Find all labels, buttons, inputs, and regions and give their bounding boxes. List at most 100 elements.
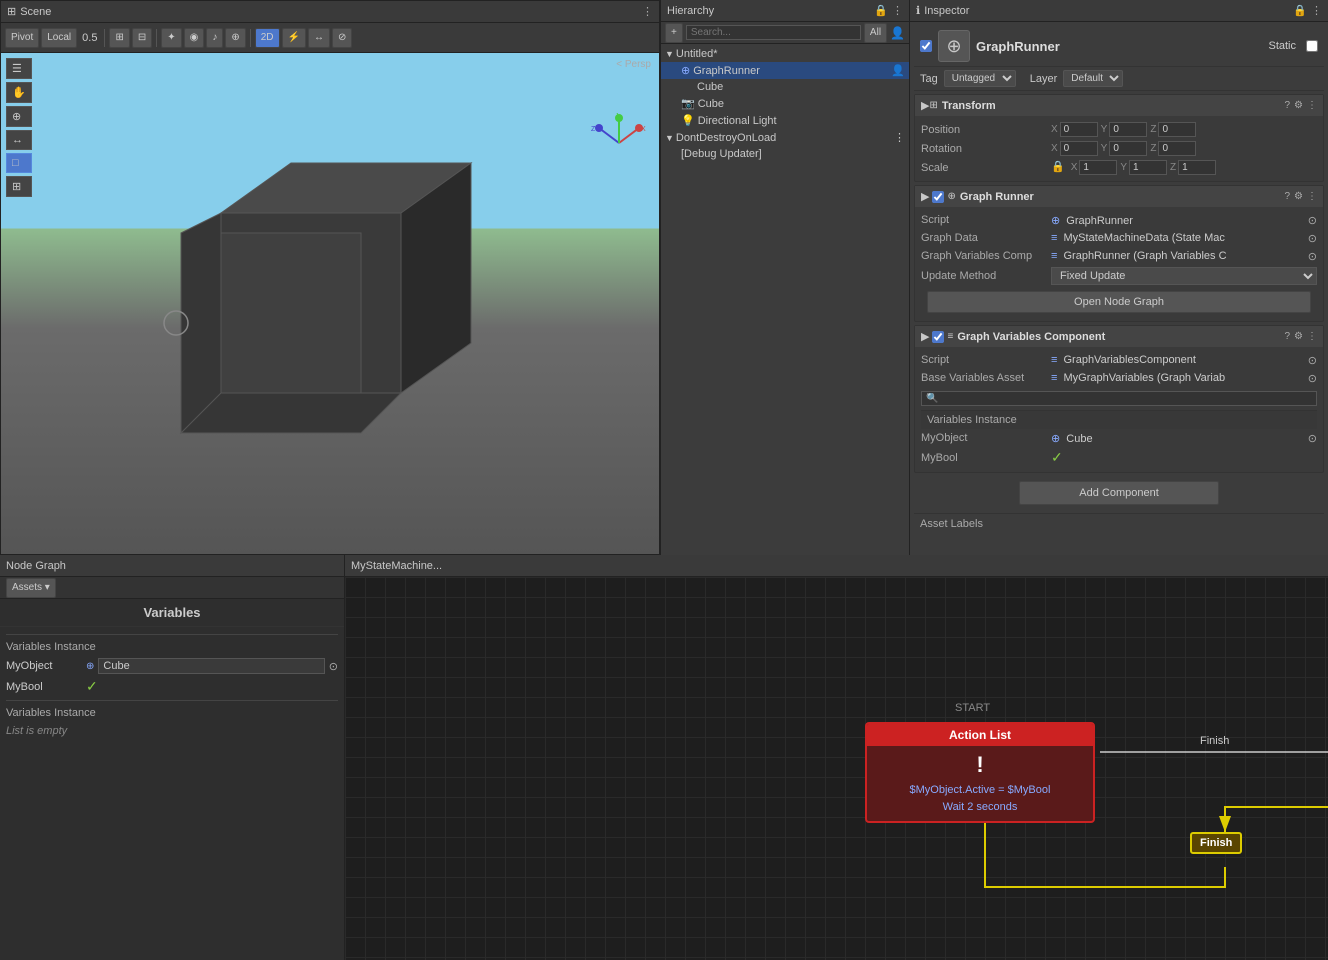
- grid-button[interactable]: ⊞: [109, 28, 129, 48]
- graph-variables-header[interactable]: ▶ ≡ Graph Variables Component ? ⚙ ⋮: [915, 326, 1323, 347]
- hierarchy-item-maincamera[interactable]: 📷 Cube: [661, 95, 909, 112]
- rect-tool[interactable]: □: [6, 153, 32, 173]
- gv-search-input[interactable]: [921, 391, 1317, 406]
- hierarchy-lock-icon[interactable]: 🔒: [874, 4, 888, 17]
- graph-vars-comp-link-icon[interactable]: ⊙: [1308, 250, 1317, 263]
- transform-component-header[interactable]: ▶ ⊞ Transform ? ⚙ ⋮: [915, 95, 1323, 116]
- hierarchy-item-cube[interactable]: Cube: [661, 79, 909, 95]
- gv-script-link-icon[interactable]: ⊙: [1308, 354, 1317, 367]
- hierarchy-user-icon-2: 👤: [891, 64, 905, 77]
- ng-breadcrumb: MyStateMachine...: [351, 560, 442, 572]
- position-y-input[interactable]: [1109, 122, 1147, 137]
- graph-vars-comp-value: ≡ GraphRunner (Graph Variables C: [1051, 250, 1308, 262]
- rotate-tool[interactable]: ⊕: [6, 106, 32, 127]
- finish-node[interactable]: Finish: [1190, 832, 1242, 854]
- transform-settings-icon[interactable]: ⚙: [1294, 100, 1303, 111]
- hierarchy-item-graphrunner[interactable]: ⊕ GraphRunner 👤: [661, 62, 909, 79]
- audio-button[interactable]: ♪: [206, 28, 223, 48]
- layer-select[interactable]: Default: [1063, 70, 1123, 87]
- hierarchy-all-btn[interactable]: All: [864, 23, 887, 43]
- hierarchy-user-icon: 👤: [890, 26, 905, 40]
- update-method-select[interactable]: Fixed Update: [1051, 267, 1317, 285]
- hierarchy-item-directionallight[interactable]: 💡 Directional Light: [661, 112, 909, 129]
- ng-canvas-area[interactable]: START Action List ! $MyObject.Active = $…: [345, 577, 1328, 960]
- hierarchy-item-label-directionallight: Directional Light: [698, 115, 777, 127]
- scale-tool[interactable]: ↔: [6, 130, 32, 150]
- gv-myobject-link-icon[interactable]: ⊙: [1308, 432, 1317, 445]
- camera-button[interactable]: ⚡: [282, 28, 306, 48]
- local-button[interactable]: Local: [41, 28, 77, 48]
- hand-tool[interactable]: ☰: [6, 58, 32, 79]
- graph-runner-enabled[interactable]: [932, 191, 944, 203]
- inspector-lock-icon[interactable]: 🔒: [1293, 4, 1307, 17]
- graph-runner-header[interactable]: ▶ ⊕ Graph Runner ? ⚙ ⋮: [915, 186, 1323, 207]
- graph-runner-menu-icon[interactable]: ⋮: [1307, 191, 1317, 202]
- scale-x-input[interactable]: [1079, 160, 1117, 175]
- assets-btn[interactable]: Assets ▾: [6, 578, 56, 598]
- inspector-menu-icon[interactable]: ⋮: [1311, 4, 1322, 17]
- gv-myobject-row: MyObject ⊕ Cube ⊙: [921, 429, 1317, 447]
- scene-view[interactable]: < Persp X Z Y: [1, 53, 659, 554]
- svg-text:Z: Z: [591, 126, 596, 133]
- myobject-link-icon[interactable]: ⊙: [329, 660, 338, 673]
- position-row: Position X Y: [921, 120, 1317, 139]
- mode-2d-button[interactable]: 2D: [255, 28, 280, 48]
- scale-z-label: Z: [1170, 162, 1176, 173]
- rotation-x-input[interactable]: [1060, 141, 1098, 156]
- hierarchy-title: Hierarchy: [667, 5, 714, 17]
- rotation-z-input[interactable]: [1158, 141, 1196, 156]
- tag-select[interactable]: Untagged: [944, 70, 1016, 87]
- node-graph-tab-label[interactable]: Node Graph: [6, 560, 66, 572]
- rot-z-label: Z: [1150, 143, 1156, 154]
- myobject-cube-input[interactable]: [98, 658, 324, 674]
- base-vars-link-icon[interactable]: ⊙: [1308, 372, 1317, 385]
- hierarchy-menu-icon[interactable]: ⋮: [892, 4, 903, 17]
- graph-runner-help-icon[interactable]: ?: [1284, 191, 1290, 202]
- position-z-input[interactable]: [1158, 122, 1196, 137]
- hierarchy-item-untitled[interactable]: ▼ Untitled*: [661, 46, 909, 62]
- open-node-graph-button[interactable]: Open Node Graph: [927, 291, 1311, 313]
- inspector-header: ℹ Inspector 🔒 ⋮: [910, 0, 1328, 22]
- hierarchy-panel: Hierarchy 🔒 ⋮ + All 👤 ▼ Untitled*: [660, 0, 910, 555]
- gv-variables-instance-title: Variables Instance: [921, 410, 1317, 429]
- add-component-button[interactable]: Add Component: [1019, 481, 1219, 505]
- divider-1: [6, 634, 338, 635]
- graph-variables-body: Script ≡ GraphVariablesComponent ⊙ Base …: [915, 347, 1323, 472]
- graph-runner-settings-icon[interactable]: ⚙: [1294, 191, 1303, 202]
- transform-help-icon[interactable]: ?: [1284, 100, 1290, 111]
- hierarchy-panel-icons: 🔒 ⋮: [874, 4, 903, 17]
- overlay-button[interactable]: ⊘: [332, 28, 352, 48]
- object-enabled-checkbox[interactable]: [920, 40, 932, 52]
- snap-button[interactable]: ↔: [308, 28, 330, 48]
- graph-vars-help-icon[interactable]: ?: [1284, 331, 1290, 342]
- hierarchy-menu-dontdestroy[interactable]: ⋮: [894, 131, 905, 144]
- static-checkbox[interactable]: [1306, 40, 1318, 52]
- graph-runner-body: Script ⊕ GraphRunner ⊙ Graph Data ≡ M: [915, 207, 1323, 321]
- pivot-button[interactable]: Pivot: [5, 28, 39, 48]
- scene-menu-icon[interactable]: ⋮: [642, 5, 653, 18]
- rotation-z-field: Z: [1150, 141, 1196, 156]
- move-tool[interactable]: ✋: [6, 82, 32, 103]
- transform-menu-icon[interactable]: ⋮: [1307, 100, 1317, 111]
- graph-vars-menu-icon[interactable]: ⋮: [1307, 331, 1317, 342]
- scale-y-input[interactable]: [1129, 160, 1167, 175]
- effects-button[interactable]: ⊕: [225, 28, 245, 48]
- gizmo-button[interactable]: ✦: [161, 28, 181, 48]
- transform-tool[interactable]: ⊞: [6, 176, 32, 197]
- script-link-icon[interactable]: ⊙: [1308, 214, 1317, 227]
- gv-myobject-label: MyObject: [921, 432, 1051, 444]
- graph-data-link-icon[interactable]: ⊙: [1308, 232, 1317, 245]
- hierarchy-add-btn[interactable]: +: [665, 23, 683, 43]
- grid2-button[interactable]: ⊟: [132, 28, 152, 48]
- hierarchy-item-debugupdater[interactable]: [Debug Updater]: [661, 146, 909, 162]
- scale-z-input[interactable]: [1178, 160, 1216, 175]
- graph-vars-enabled[interactable]: [932, 331, 944, 343]
- graph-runner-component: ▶ ⊕ Graph Runner ? ⚙ ⋮ Script: [914, 185, 1324, 322]
- position-x-input[interactable]: [1060, 122, 1098, 137]
- graph-vars-settings-icon[interactable]: ⚙: [1294, 331, 1303, 342]
- hierarchy-search-input[interactable]: [686, 25, 861, 40]
- node-card-1[interactable]: Action List ! $MyObject.Active = $MyBool…: [865, 722, 1095, 823]
- light-button[interactable]: ◉: [184, 28, 205, 48]
- rotation-y-input[interactable]: [1109, 141, 1147, 156]
- hierarchy-item-dontdestroy[interactable]: ▼ DontDestroyOnLoad ⋮: [661, 129, 909, 146]
